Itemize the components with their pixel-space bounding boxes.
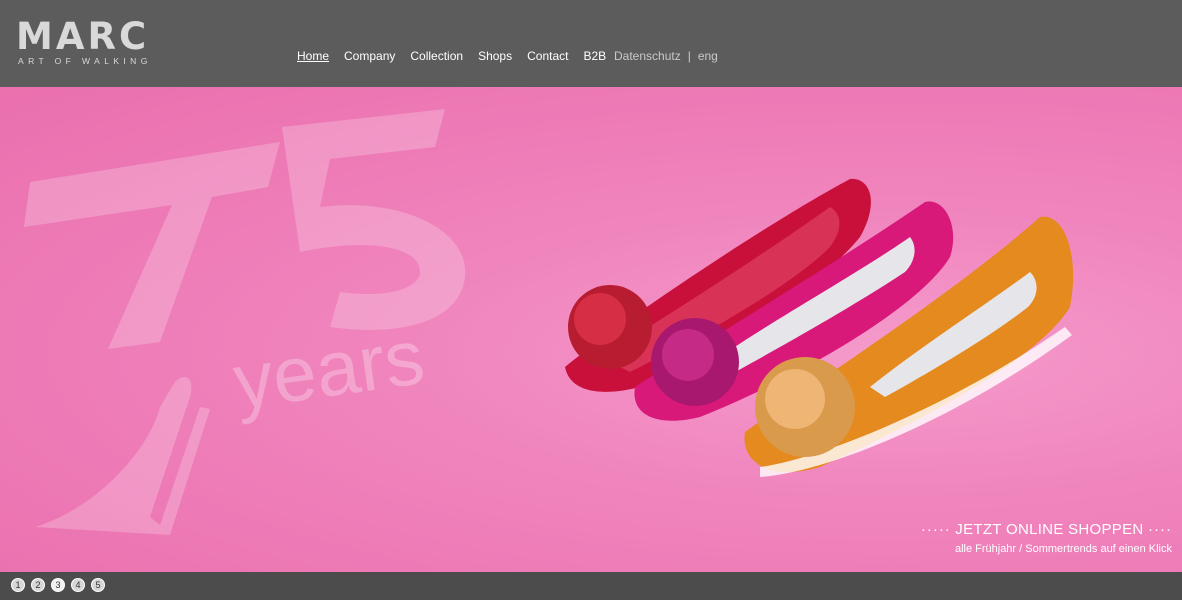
nav-item-shops[interactable]: Shops [478,49,512,63]
slide-pager: 1 2 3 4 5 [11,578,111,592]
brand-tagline: ART OF WALKING [18,56,152,66]
promo-subtitle: alle Frühjahr / Sommertrends auf einen K… [954,543,1172,555]
seven-glyph [24,142,280,349]
nav-item-company[interactable]: Company [344,49,395,63]
promo-title: JETZT ONLINE SHOPPEN [955,521,1144,538]
privacy-link[interactable]: Datenschutz [614,49,681,63]
high-heel-icon [35,377,210,535]
nav-item-home[interactable]: Home [297,49,329,63]
five-glyph [282,109,466,330]
brand-logo[interactable]: MARC ART OF WALKING [16,18,181,68]
promo-dots-right: ···· [1148,521,1172,538]
meta-links: Datenschutz | eng [614,47,718,65]
pager-dot-4[interactable]: 4 [71,578,85,592]
pager-dot-3[interactable]: 3 [51,578,65,592]
hero-artwork: years [24,109,1074,535]
nav-item-collection[interactable]: Collection [410,49,463,63]
promo-dots-left: ····· [920,521,951,538]
pager-dot-1[interactable]: 1 [11,578,25,592]
language-link[interactable]: eng [698,49,718,63]
promo-block[interactable]: ····· JETZT ONLINE SHOPPEN ···· alle Frü… [921,521,1172,556]
promo-title-line[interactable]: ····· JETZT ONLINE SHOPPEN ···· [921,521,1172,539]
nav-item-b2b[interactable]: B2B [583,49,606,63]
brand-name: MARC [16,15,150,58]
meta-separator: | [687,49,691,63]
main-nav: Home Company Collection Shops Contact B2… [297,47,621,65]
slider-footer: 1 2 3 4 5 [0,572,1182,600]
nav-item-contact[interactable]: Contact [527,49,568,63]
pager-dot-2[interactable]: 2 [31,578,45,592]
pager-dot-5[interactable]: 5 [91,578,105,592]
hero-banner[interactable]: years ····· JETZT ONLINE SHOPPEN ···· al… [0,87,1182,572]
site-header: MARC ART OF WALKING Home Company Collect… [0,0,1182,87]
anniversary-word: years [228,312,429,426]
